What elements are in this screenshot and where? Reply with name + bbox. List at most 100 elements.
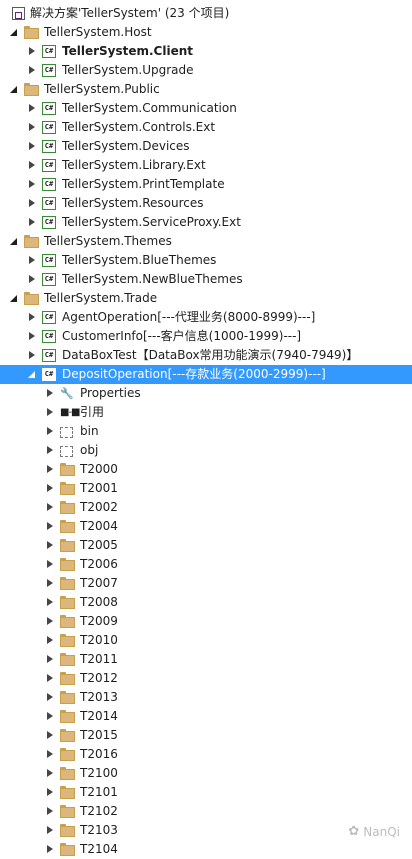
tree-node-label: T2016 xyxy=(80,747,118,761)
solution-node[interactable]: 解决方案'TellerSystem' (23 个项目) xyxy=(0,4,412,23)
expand-arrow-icon[interactable] xyxy=(26,213,38,232)
tree-node[interactable]: T2016 xyxy=(0,745,412,764)
tree-node[interactable]: C# TellerSystem.Resources xyxy=(0,194,412,213)
tree-node[interactable]: T2015 xyxy=(0,726,412,745)
expand-arrow-icon[interactable] xyxy=(44,764,56,783)
tree-node[interactable]: T2101 xyxy=(0,783,412,802)
folder-icon xyxy=(24,235,39,248)
tree-node[interactable]: T2014 xyxy=(0,707,412,726)
expand-arrow-icon[interactable] xyxy=(26,175,38,194)
tree-node[interactable]: C# TellerSystem.PrintTemplate xyxy=(0,175,412,194)
expand-arrow-icon[interactable] xyxy=(44,384,56,403)
expand-arrow-icon[interactable] xyxy=(44,783,56,802)
folder-icon xyxy=(60,710,75,723)
expand-arrow-icon[interactable] xyxy=(44,631,56,650)
expand-arrow-icon[interactable] xyxy=(44,726,56,745)
tree-node[interactable]: T2005 xyxy=(0,536,412,555)
tree-node-label: T2100 xyxy=(80,766,118,780)
expand-arrow-icon[interactable] xyxy=(26,99,38,118)
tree-node[interactable]: T2011 xyxy=(0,650,412,669)
expand-arrow-icon[interactable] xyxy=(44,517,56,536)
solution-folder-node[interactable]: TellerSystem.Themes xyxy=(0,232,412,251)
tree-node[interactable]: C# AgentOperation[---代理业务(8000-8999)---] xyxy=(0,308,412,327)
tree-node[interactable]: C# TellerSystem.Controls.Ext xyxy=(0,118,412,137)
tree-node[interactable]: T2006 xyxy=(0,555,412,574)
expand-arrow-icon[interactable] xyxy=(26,308,38,327)
tree-node[interactable]: ■-■ 引用 xyxy=(0,403,412,422)
tree-node-label: T2015 xyxy=(80,728,118,742)
tree-node[interactable]: T2102 xyxy=(0,802,412,821)
dashed-folder-icon xyxy=(60,446,73,457)
tree-node[interactable]: T2010 xyxy=(0,631,412,650)
expand-arrow-icon[interactable] xyxy=(44,802,56,821)
expand-arrow-icon[interactable] xyxy=(26,137,38,156)
expand-arrow-icon[interactable] xyxy=(26,156,38,175)
expand-arrow-icon[interactable] xyxy=(44,612,56,631)
collapse-arrow-icon[interactable] xyxy=(8,289,20,308)
tree-node[interactable]: C# TellerSystem.NewBlueThemes xyxy=(0,270,412,289)
expand-arrow-icon[interactable] xyxy=(26,270,38,289)
folder-icon xyxy=(60,786,75,799)
tree-node[interactable]: T2000 xyxy=(0,460,412,479)
solution-folder-node[interactable]: TellerSystem.Trade xyxy=(0,289,412,308)
expand-arrow-icon[interactable] xyxy=(44,688,56,707)
collapse-arrow-icon[interactable] xyxy=(8,80,20,99)
tree-node[interactable]: T2008 xyxy=(0,593,412,612)
expand-arrow-icon[interactable] xyxy=(26,61,38,80)
collapse-arrow-icon[interactable] xyxy=(8,23,20,42)
expand-arrow-icon[interactable] xyxy=(44,460,56,479)
tree-node[interactable]: T2009 xyxy=(0,612,412,631)
tree-node-label: T2004 xyxy=(80,519,118,533)
tree-node[interactable]: 🔧 Properties xyxy=(0,384,412,403)
expand-arrow-icon[interactable] xyxy=(44,422,56,441)
expand-arrow-icon[interactable] xyxy=(44,593,56,612)
expand-arrow-icon[interactable] xyxy=(26,327,38,346)
tree-node[interactable]: T2002 xyxy=(0,498,412,517)
tree-node[interactable]: T2104 xyxy=(0,840,412,859)
tree-node[interactable]: C# TellerSystem.ServiceProxy.Ext xyxy=(0,213,412,232)
tree-node[interactable]: T2007 xyxy=(0,574,412,593)
tree-node-label: TellerSystem.ServiceProxy.Ext xyxy=(62,215,241,229)
tree-node[interactable]: C# CustomerInfo[---客户信息(1000-1999)---] xyxy=(0,327,412,346)
tree-node[interactable]: C# DataBoxTest【DataBox常用功能演示(7940-7949)】 xyxy=(0,346,412,365)
expand-arrow-icon[interactable] xyxy=(44,669,56,688)
expand-arrow-icon[interactable] xyxy=(44,479,56,498)
tree-node[interactable]: T2013 xyxy=(0,688,412,707)
tree-node[interactable]: T2012 xyxy=(0,669,412,688)
solution-folder-node[interactable]: TellerSystem.Host xyxy=(0,23,412,42)
tree-node[interactable]: T2004 xyxy=(0,517,412,536)
expand-arrow-icon[interactable] xyxy=(44,536,56,555)
solution-folder-node[interactable]: TellerSystem.Public xyxy=(0,80,412,99)
tree-node[interactable]: C# DepositOperation[---存款业务(2000-2999)---… xyxy=(0,365,412,384)
tree-node[interactable]: C# TellerSystem.Communication xyxy=(0,99,412,118)
expand-arrow-icon[interactable] xyxy=(26,251,38,270)
expand-arrow-icon[interactable] xyxy=(44,745,56,764)
tree-node[interactable]: obj xyxy=(0,441,412,460)
expand-arrow-icon[interactable] xyxy=(44,403,56,422)
csharp-project-icon: C# xyxy=(42,178,56,191)
tree-node[interactable]: bin xyxy=(0,422,412,441)
tree-node[interactable]: C# TellerSystem.Upgrade xyxy=(0,61,412,80)
expand-arrow-icon[interactable] xyxy=(26,194,38,213)
expand-arrow-icon[interactable] xyxy=(44,574,56,593)
expand-arrow-icon[interactable] xyxy=(44,555,56,574)
expand-arrow-icon[interactable] xyxy=(44,498,56,517)
expand-arrow-icon[interactable] xyxy=(44,840,56,859)
expand-arrow-icon[interactable] xyxy=(44,441,56,460)
tree-node[interactable]: T2100 xyxy=(0,764,412,783)
expand-arrow-icon[interactable] xyxy=(26,42,38,61)
tree-node[interactable]: C# TellerSystem.Library.Ext xyxy=(0,156,412,175)
expand-arrow-icon[interactable] xyxy=(44,707,56,726)
expand-arrow-icon[interactable] xyxy=(26,118,38,137)
folder-icon xyxy=(60,767,75,780)
tree-node[interactable]: C# TellerSystem.Client xyxy=(0,42,412,61)
collapse-arrow-icon[interactable] xyxy=(26,365,38,384)
tree-node[interactable]: C# TellerSystem.BlueThemes xyxy=(0,251,412,270)
tree-node[interactable]: T2001 xyxy=(0,479,412,498)
expand-arrow-icon[interactable] xyxy=(26,346,38,365)
collapse-arrow-icon[interactable] xyxy=(8,232,20,251)
tree-node[interactable]: C# TellerSystem.Devices xyxy=(0,137,412,156)
folder-icon xyxy=(60,805,75,818)
expand-arrow-icon[interactable] xyxy=(44,821,56,840)
expand-arrow-icon[interactable] xyxy=(44,650,56,669)
